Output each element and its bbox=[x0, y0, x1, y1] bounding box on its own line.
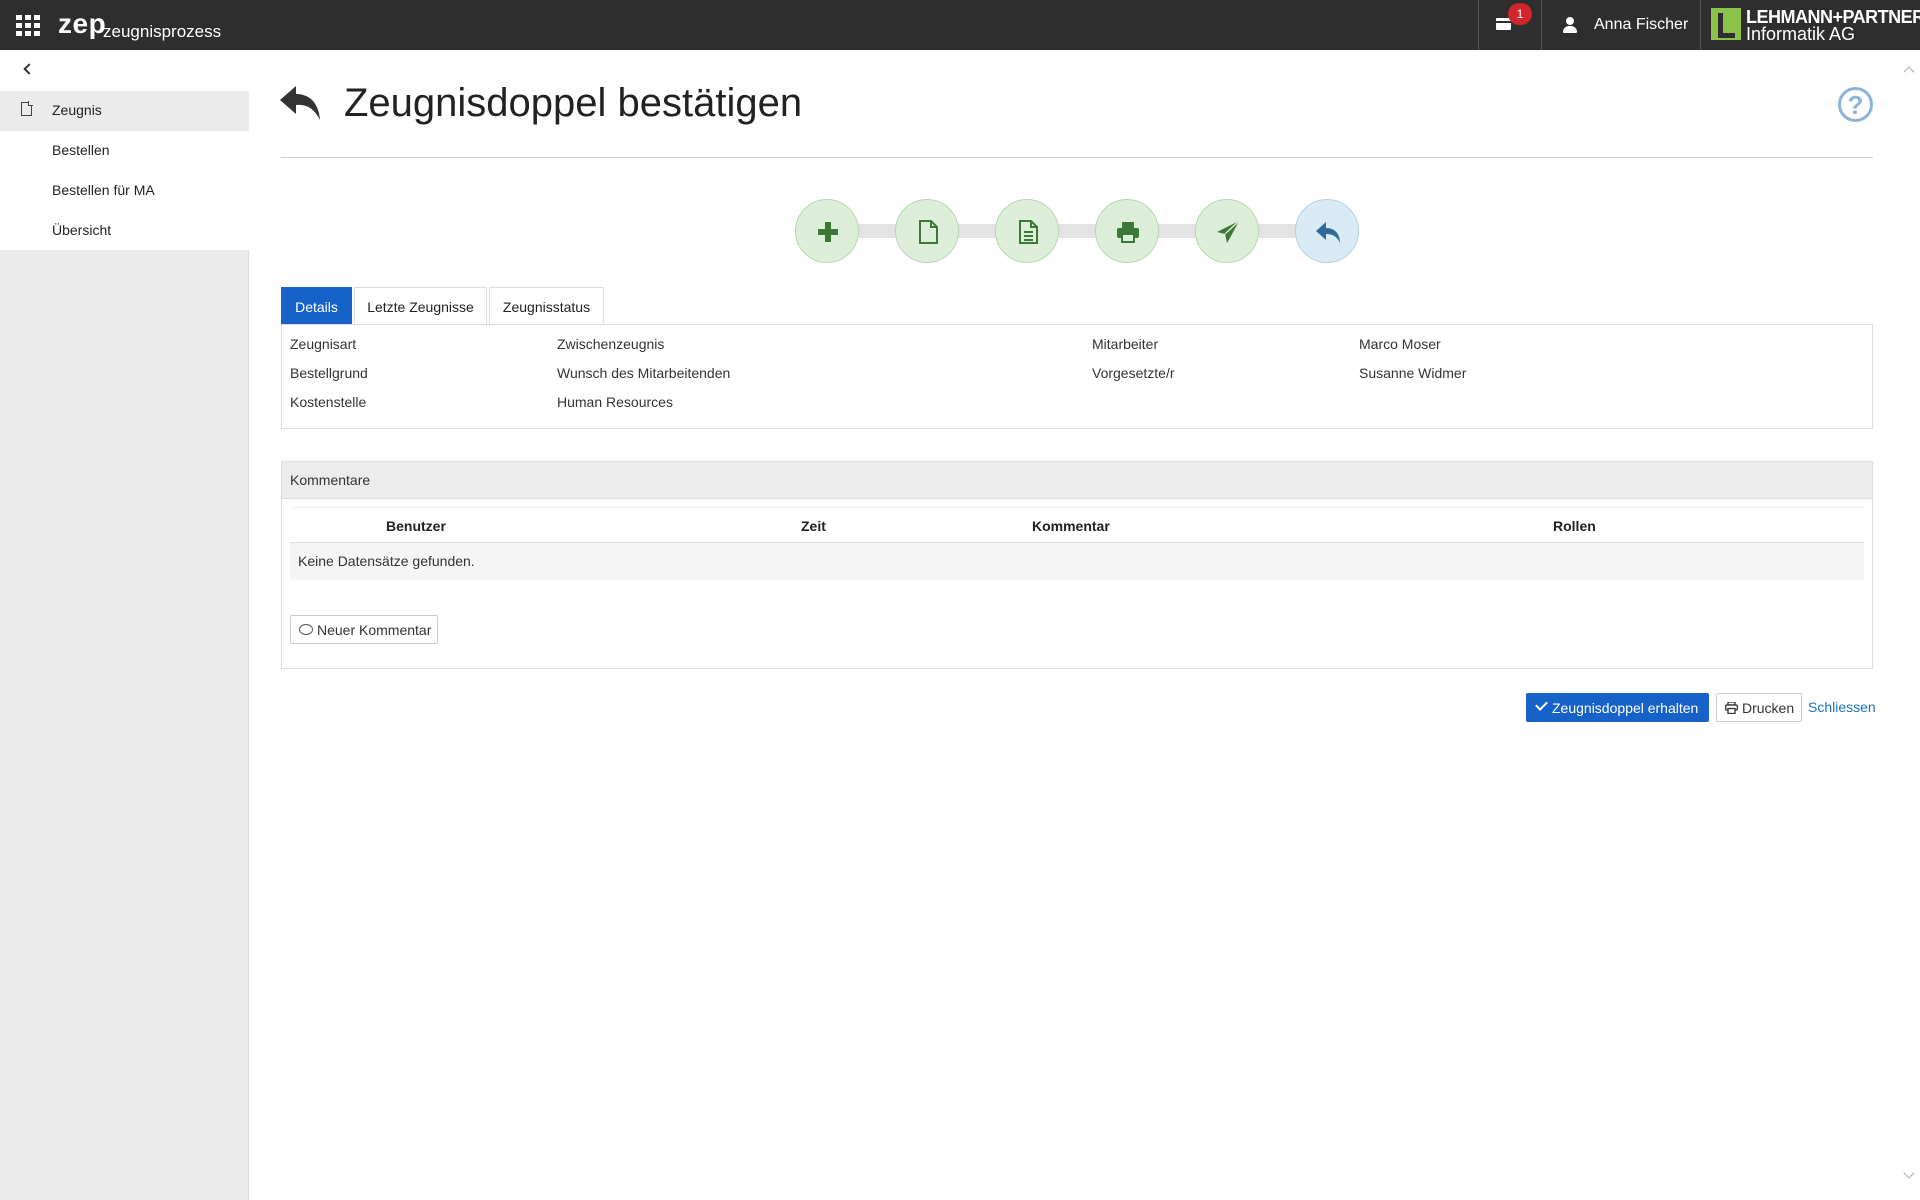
notifications-button[interactable]: 1 bbox=[1480, 0, 1540, 50]
comments-header: Kommentare bbox=[282, 462, 1872, 499]
details-panel: Zeugnisart Zwischenzeugnis Bestellgrund … bbox=[281, 324, 1873, 429]
scroll-down-arrow-icon[interactable] bbox=[1903, 1170, 1915, 1182]
column-header-zeit[interactable]: Zeit bbox=[801, 518, 826, 534]
confirm-copy-received-button[interactable]: Zeugnisdoppel erhalten bbox=[1526, 693, 1709, 722]
tab-details[interactable]: Details bbox=[281, 287, 352, 325]
confirm-label: Zeugnisdoppel erhalten bbox=[1552, 700, 1699, 716]
vorgesetzte-value: Susanne Widmer bbox=[1359, 365, 1467, 381]
title-divider bbox=[281, 157, 1873, 158]
new-comment-label: Neuer Kommentar bbox=[317, 622, 432, 638]
comments-panel: Kommentare Benutzer Zeit Kommentar Rolle… bbox=[281, 461, 1873, 669]
step-document[interactable] bbox=[895, 199, 959, 263]
scroll-up-arrow-icon[interactable] bbox=[1903, 64, 1915, 76]
send-icon bbox=[1217, 220, 1240, 243]
divider bbox=[1478, 0, 1479, 50]
close-link[interactable]: Schliessen bbox=[1808, 699, 1876, 715]
logo-line-2: Informatik AG bbox=[1746, 24, 1856, 44]
sidebar-menu: Zeugnis Bestellen Bestellen für MA Übers… bbox=[0, 50, 249, 250]
file-icon bbox=[919, 220, 938, 244]
sidebar: Zeugnis Bestellen Bestellen für MA Übers… bbox=[0, 50, 249, 1200]
step-create[interactable] bbox=[795, 199, 859, 263]
sidebar-item-bestellen[interactable]: Bestellen bbox=[52, 142, 110, 158]
tab-zeugnisstatus[interactable]: Zeugnisstatus bbox=[489, 287, 604, 325]
print-icon bbox=[1117, 222, 1139, 243]
print-button[interactable]: Drucken bbox=[1716, 693, 1802, 722]
plus-icon bbox=[818, 222, 838, 242]
apps-grid-icon[interactable] bbox=[16, 15, 40, 36]
document-icon bbox=[21, 101, 33, 116]
bestellgrund-value: Wunsch des Mitarbeitenden bbox=[557, 365, 731, 381]
empty-table-row: Keine Datensätze gefunden. bbox=[290, 543, 1864, 580]
reply-icon bbox=[1316, 222, 1340, 243]
divider bbox=[1541, 0, 1542, 50]
comments-title: Kommentare bbox=[290, 472, 371, 488]
bestellgrund-label: Bestellgrund bbox=[290, 365, 368, 381]
comments-table-header: Benutzer Zeit Kommentar Rollen bbox=[290, 507, 1864, 543]
printer-icon bbox=[1725, 702, 1738, 714]
brand-name: zep bbox=[58, 8, 107, 39]
notification-badge: 1 bbox=[1508, 3, 1532, 25]
print-label: Drucken bbox=[1742, 700, 1795, 716]
back-arrow-icon[interactable] bbox=[278, 80, 322, 124]
new-comment-button[interactable]: Neuer Kommentar bbox=[290, 615, 438, 644]
user-icon bbox=[1563, 17, 1577, 33]
brand-subtitle: zeugnisprozess bbox=[103, 22, 222, 41]
kostenstelle-label: Kostenstelle bbox=[290, 394, 367, 410]
step-send[interactable] bbox=[1195, 199, 1259, 263]
kostenstelle-value: Human Resources bbox=[557, 394, 673, 410]
help-icon[interactable]: ? bbox=[1838, 87, 1873, 122]
comment-icon bbox=[299, 624, 313, 635]
mitarbeiter-label: Mitarbeiter bbox=[1092, 336, 1159, 352]
zeugnisart-label: Zeugnisart bbox=[290, 336, 357, 352]
collapse-sidebar-icon[interactable] bbox=[20, 62, 34, 76]
tab-letzte-zeugnisse[interactable]: Letzte Zeugnisse bbox=[354, 287, 487, 325]
top-bar: zep zeugnisprozess 1 Anna Fischer LEHMAN… bbox=[0, 0, 1920, 50]
main-content: Zeugnisdoppel bestätigen ? Details Letzt… bbox=[250, 50, 1902, 1200]
file-text-icon bbox=[1019, 220, 1038, 244]
step-confirm-copy[interactable] bbox=[1295, 199, 1359, 263]
empty-message: Keine Datensätze gefunden. bbox=[298, 553, 475, 569]
check-icon bbox=[1535, 698, 1548, 711]
column-header-kommentar[interactable]: Kommentar bbox=[1032, 518, 1110, 534]
mitarbeiter-value: Marco Moser bbox=[1359, 336, 1441, 352]
divider bbox=[1700, 0, 1701, 50]
company-logo: LEHMANN+PARTNER Informatik AG bbox=[1711, 7, 1920, 44]
column-header-rollen[interactable]: Rollen bbox=[1553, 518, 1596, 534]
column-header-benutzer[interactable]: Benutzer bbox=[386, 518, 446, 534]
step-draft[interactable] bbox=[995, 199, 1059, 263]
logo-mark-icon bbox=[1711, 8, 1741, 40]
sidebar-section-label: Zeugnis bbox=[52, 102, 102, 118]
zeugnisart-value: Zwischenzeugnis bbox=[557, 336, 665, 352]
page-title: Zeugnisdoppel bestätigen bbox=[344, 81, 803, 125]
user-menu[interactable]: Anna Fischer bbox=[1543, 0, 1700, 50]
user-name: Anna Fischer bbox=[1594, 16, 1689, 33]
step-print[interactable] bbox=[1095, 199, 1159, 263]
sidebar-item-uebersicht[interactable]: Übersicht bbox=[52, 222, 111, 238]
sidebar-item-bestellen-fuer-ma[interactable]: Bestellen für MA bbox=[52, 182, 155, 198]
vorgesetzte-label: Vorgesetzte/r bbox=[1092, 365, 1175, 381]
sidebar-section-zeugnis[interactable]: Zeugnis bbox=[0, 91, 249, 131]
